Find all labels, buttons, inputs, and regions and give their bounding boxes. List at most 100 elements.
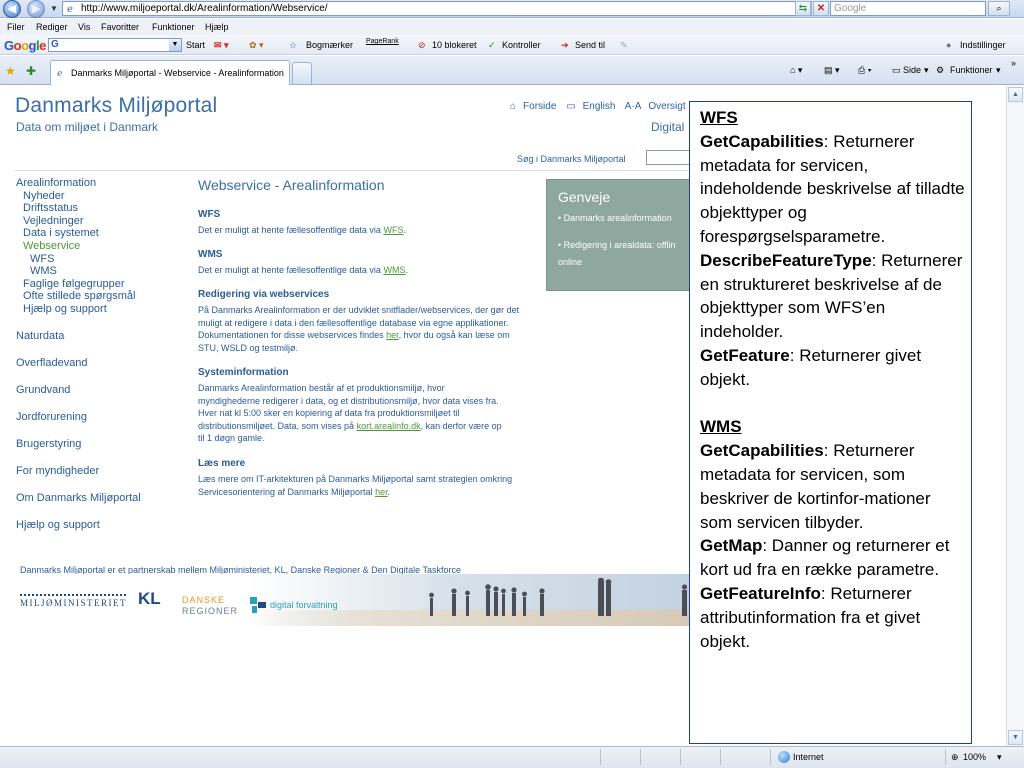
explanation-textbox: WFS GetCapabilities: Returnerer metadata… (689, 101, 972, 744)
overlay-wms-getmap: GetMap: Danner og returnerer et kort ud … (700, 534, 965, 582)
add-favorite-icon[interactable]: ✚ (26, 64, 36, 78)
site-search-input[interactable] (646, 150, 694, 165)
page-icon: ℯ (67, 4, 73, 15)
google-toolbar: Google G ▼ Start ✉ ▾ ✿ ▾ ☆ Bogmærker Pag… (0, 35, 1024, 55)
scroll-down-icon[interactable]: ▼ (1008, 730, 1023, 745)
kl-logo[interactable]: KL (138, 589, 161, 609)
forward-button[interactable]: ▶ (27, 0, 45, 18)
go-refresh-icon[interactable]: ⇆ (795, 1, 811, 16)
header-divider (15, 170, 690, 171)
page-menu-dropdown-icon[interactable]: ▾ (924, 65, 929, 76)
site-brand-subtitle: Data om miljøet i Danmark (16, 120, 159, 134)
vertical-scrollbar[interactable]: ▲ ▼ (1006, 86, 1024, 746)
digital-forvaltning-logo[interactable]: digital forvaltning (270, 600, 338, 610)
nav-nyheder[interactable]: Nyheder (23, 190, 65, 202)
nav-wms[interactable]: WMS (30, 265, 57, 277)
nav-arealinformation[interactable]: Arealinformation (16, 177, 96, 189)
tools-gear-icon: ⚙ (936, 65, 945, 75)
top-link-home[interactable]: Forside (523, 101, 556, 112)
menu-help[interactable]: Hjælp (205, 22, 229, 32)
url-field[interactable]: ℯ http://www.miljoeportal.dk/Arealinform… (62, 1, 810, 16)
term-getmap: GetMap (700, 536, 763, 556)
system-link[interactable]: kort.arealinfo.dk (357, 421, 421, 431)
chevron-more-icon[interactable]: » (1011, 58, 1016, 68)
menu-view[interactable]: Vis (78, 22, 90, 32)
menu-tools[interactable]: Funktioner (152, 22, 195, 32)
wfs-link[interactable]: WFS (383, 225, 403, 235)
top-link-overview[interactable]: Oversigt (648, 101, 685, 112)
nav-hjaelp[interactable]: Hjælp og support (23, 303, 107, 315)
editing-link[interactable]: her (386, 330, 399, 340)
top-link-english[interactable]: English (583, 101, 616, 112)
feeds-icon[interactable]: ▤ ▾ (824, 65, 840, 76)
danske-regioner-logo[interactable]: DANSKE REGIONER (182, 595, 238, 617)
nav-overfladevand[interactable]: Overfladevand (16, 357, 88, 369)
more-link[interactable]: her (375, 487, 388, 497)
site-search-label: Søg i Danmarks Miljøportal (517, 154, 626, 164)
site-brand-title[interactable]: Danmarks Miljøportal (15, 94, 217, 118)
settings-button[interactable]: Indstillinger (960, 40, 1006, 50)
nav-faglige-folgegrupper[interactable]: Faglige følgegrupper (23, 278, 125, 290)
pencil-icon[interactable]: ✎ (620, 40, 628, 51)
send-button[interactable]: Send til (575, 40, 605, 50)
zoom-dropdown-icon[interactable]: ▾ (997, 752, 1002, 763)
scroll-up-icon[interactable]: ▲ (1008, 87, 1023, 102)
favorites-star-icon[interactable]: ★ (5, 64, 16, 78)
nav-data-i-systemet[interactable]: Data i systemet (23, 227, 99, 239)
shortcut-redigering[interactable]: • Redigering i arealdata: offlin (558, 239, 676, 252)
more-heading: Læs mere (198, 458, 246, 469)
editing-heading: Redigering via webservices (198, 289, 330, 300)
nav-brugerstyring[interactable]: Brugerstyring (16, 438, 81, 450)
menu-edit[interactable]: Rediger (36, 22, 68, 32)
blocked-button[interactable]: 10 blokeret (432, 40, 477, 50)
gmail-icon[interactable]: ✉ ▾ (214, 40, 229, 51)
zoom-level[interactable]: 100% (963, 752, 986, 762)
ministry-logo[interactable]: MILJØMINISTERIET (20, 598, 127, 608)
spellcheck-icon: ✓ (488, 40, 496, 50)
shortcut-arealinformation[interactable]: • Danmarks arealinformation (558, 212, 672, 225)
nav-grundvand[interactable]: Grundvand (16, 384, 70, 396)
status-divider-4 (720, 749, 721, 765)
shortcut-redigering-online[interactable]: online (558, 256, 582, 269)
english-link-icon: ▭ (566, 101, 576, 112)
menu-favorites[interactable]: Favoritter (101, 22, 139, 32)
google-search-input[interactable]: G ▼ (48, 38, 182, 52)
nav-naturdata[interactable]: Naturdata (16, 330, 64, 342)
start-button[interactable]: Start (186, 40, 205, 50)
nav-hjaelp-og-support[interactable]: Hjælp og support (16, 519, 100, 531)
nav-webservice[interactable]: Webservice (23, 240, 80, 252)
back-button[interactable]: ◀ (3, 0, 21, 18)
danske-regioner-line1: DANSKE (182, 595, 226, 605)
wms-heading: WMS (198, 249, 223, 260)
new-tab-button[interactable] (292, 62, 312, 84)
menu-file[interactable]: Filer (7, 22, 25, 32)
stop-icon[interactable]: ✕ (813, 1, 829, 16)
danske-regioner-line2: REGIONER (182, 606, 239, 616)
check-button[interactable]: Kontroller (502, 40, 541, 50)
nav-jordforurening[interactable]: Jordforurening (16, 411, 87, 423)
zoom-icon: ⊕ (951, 752, 959, 762)
tools-dropdown-icon[interactable]: ▾ (996, 65, 1001, 76)
more-text: Læs mere om IT-arkitekturen på Danmarks … (198, 474, 513, 497)
home-icon[interactable]: ⌂ ▾ (790, 65, 802, 76)
wms-link[interactable]: WMS (383, 265, 405, 275)
extensions-icon[interactable]: ✿ ▾ (249, 40, 264, 51)
nav-for-myndigheder[interactable]: For myndigheder (16, 465, 99, 477)
tab-active[interactable]: ℯ Danmarks Miljøportal - Webservice - Ar… (50, 60, 290, 85)
page-menu-button[interactable]: Side (903, 65, 921, 75)
nav-vejledninger[interactable]: Vejledninger (23, 215, 84, 227)
google-dropdown-icon[interactable]: ▼ (169, 39, 181, 51)
nav-faq[interactable]: Ofte stillede spørgsmål (23, 290, 135, 302)
nav-wfs[interactable]: WFS (30, 253, 54, 265)
nav-om-dmp[interactable]: Om Danmarks Miljøportal (16, 492, 141, 504)
search-icon[interactable]: ⌕ (988, 1, 1010, 16)
nav-driftsstatus[interactable]: Driftsstatus (23, 202, 78, 214)
search-input[interactable]: Google (830, 1, 986, 16)
pagerank-button[interactable]: PageRank (366, 38, 399, 45)
print-icon[interactable]: ⎙ ▾ (858, 65, 871, 76)
tools-menu-button[interactable]: Funktioner (950, 65, 993, 75)
bookmarks-button[interactable]: Bogmærker (306, 40, 353, 50)
history-dropdown-icon[interactable]: ▼ (50, 4, 60, 14)
overlay-wfs-getfeature: GetFeature: Returnerer givet objekt. (700, 344, 965, 392)
popup-blocker-icon: ⊘ (418, 40, 426, 50)
